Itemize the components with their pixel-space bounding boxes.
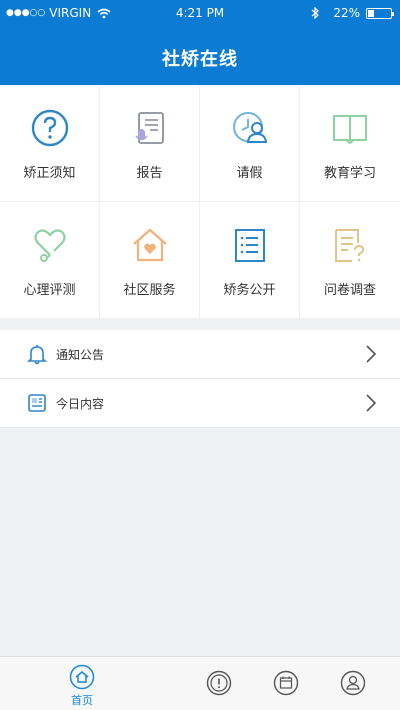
heart-stethoscope-icon [33,228,66,262]
grid-item-label: 报告 [136,165,163,181]
open-book-icon [333,114,367,144]
feature-grid: 矫正须知 报告 请假 教育学习 心理评测 社区服务 矫务公开 问卷调查 [0,85,400,319]
bottom-tab-bar: 首页 [0,656,400,710]
grid-item-community-service[interactable]: 社区服务 [100,202,200,319]
grid-item-label: 心理评测 [23,282,76,298]
user-icon [340,670,366,696]
tab-profile[interactable] [323,657,383,710]
grid-item-correction-notice[interactable]: 矫正须知 [0,85,100,202]
grid-item-label: 教育学习 [323,165,376,181]
list-document-icon [234,228,265,262]
info-list: 通知公告 今日内容 [0,330,400,428]
house-heart-icon [132,228,167,261]
grid-item-psych-test[interactable]: 心理评测 [0,202,100,319]
grid-item-education[interactable]: 教育学习 [300,85,400,202]
document-question-icon [335,228,365,262]
exclamation-circle-icon [206,670,232,696]
clock-person-icon [232,111,267,143]
grid-item-label: 矫正须知 [23,165,76,181]
grid-item-label: 社区服务 [123,282,176,298]
status-bar: ●●●○○ VIRGIN 4:21 PM 22% [0,0,400,26]
list-item-notice[interactable]: 通知公告 [0,330,400,379]
grid-item-label: 请假 [236,165,263,181]
list-item-label: 今日内容 [56,396,105,411]
list-item-label: 通知公告 [56,347,105,362]
home-icon [69,664,95,690]
grid-item-report[interactable]: 报告 [100,85,200,202]
question-circle-icon [31,109,68,146]
grid-item-label: 问卷调查 [323,282,376,298]
chevron-right-icon [366,394,377,412]
calendar-icon [273,670,299,696]
bell-icon [27,345,47,365]
tab-calendar[interactable] [256,657,316,710]
grid-item-label: 矫务公开 [223,282,276,298]
grid-item-leave[interactable]: 请假 [200,85,300,202]
list-item-today[interactable]: 今日内容 [0,379,400,428]
grid-item-survey[interactable]: 问卷调查 [300,202,400,319]
tab-home[interactable]: 首页 [52,657,112,710]
bluetooth-icon [311,7,320,19]
scroll-microphone-icon [134,111,164,144]
battery-percent: 22% [333,6,360,20]
newspaper-icon [28,394,46,412]
page-title: 社矫在线 [162,49,238,70]
tab-alert[interactable] [189,657,249,710]
grid-item-affairs-public[interactable]: 矫务公开 [200,202,300,319]
app-header: ●●●○○ VIRGIN 4:21 PM 22% 社矫在线 [0,0,400,85]
battery-icon [366,7,394,19]
chevron-right-icon [366,345,377,363]
tab-home-label: 首页 [71,694,93,707]
